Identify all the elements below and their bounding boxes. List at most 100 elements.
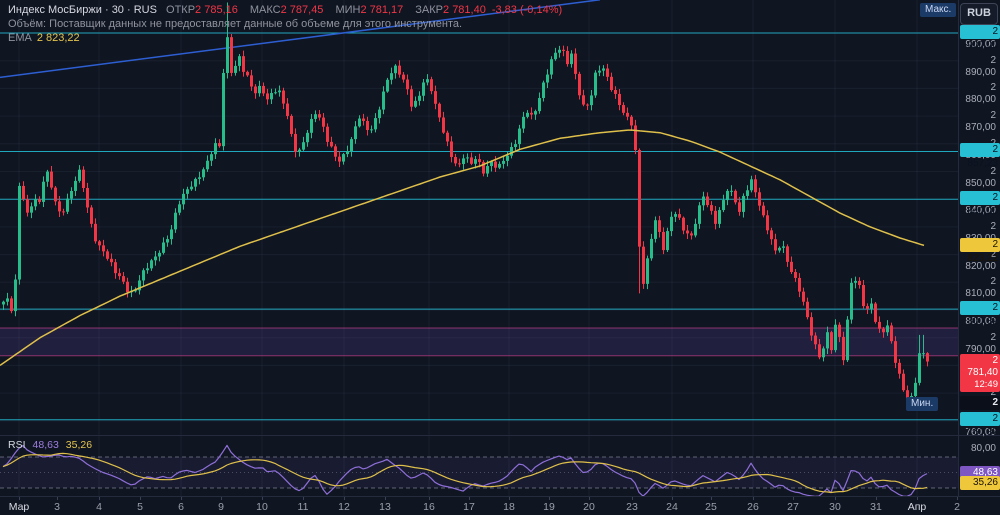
price-label-chip[interactable]: 2 823,22	[960, 237, 1000, 264]
candle-body	[558, 49, 561, 53]
candle-body	[838, 324, 841, 337]
price-label-chip[interactable]: 2 760,37	[960, 411, 1000, 438]
candle-body	[310, 118, 313, 133]
candle-body	[882, 328, 885, 333]
time-axis-label[interactable]: 10	[256, 501, 268, 513]
time-tick	[262, 497, 263, 500]
pane-separator[interactable]	[0, 435, 1000, 436]
rsi-pane[interactable]	[0, 436, 958, 497]
price-label-chip[interactable]: 2 857,23	[960, 143, 1000, 169]
price-pane[interactable]	[0, 0, 958, 436]
candle-body	[306, 132, 309, 143]
candle-body	[602, 68, 605, 71]
ema-value: 2 823,22	[36, 32, 80, 44]
time-axis-label[interactable]: Мар	[9, 501, 30, 513]
symbol-title[interactable]: Индекс МосБиржи	[8, 4, 102, 16]
candle-body	[518, 128, 521, 145]
candlestick-chart[interactable]	[0, 0, 958, 436]
price-tick-label: 2 790,00	[965, 331, 996, 355]
price-label-chip[interactable]: 35,26	[960, 475, 1000, 490]
candle-body	[738, 202, 741, 212]
time-axis-label[interactable]: 4	[96, 501, 102, 513]
time-axis-label[interactable]: 6	[178, 501, 184, 513]
pane-separator[interactable]	[0, 496, 1000, 497]
candle-body	[626, 112, 629, 117]
candle-body	[346, 151, 349, 155]
candle-body	[850, 282, 853, 320]
candle-body	[562, 49, 565, 51]
candle-body	[878, 321, 881, 329]
time-axis-label[interactable]: 9	[218, 501, 224, 513]
time-axis[interactable]: Мар 3 4 5 6 9 10 11 12 13 16 17 18 19 20 23 24 25 26 27 30 31…	[0, 497, 1000, 515]
price-label-chip[interactable]: 2 900,00	[960, 25, 1000, 51]
time-axis-label[interactable]: 3	[54, 501, 60, 513]
time-axis-label[interactable]: 12	[338, 501, 350, 513]
candle-body	[270, 92, 273, 100]
price-tick-label: 2 810,00	[965, 276, 996, 300]
price-axis[interactable]: RUB 2 900,002 890,002 880,002 870,002 86…	[959, 0, 1000, 497]
candle-body	[198, 177, 201, 179]
time-axis-label[interactable]: 31	[870, 501, 882, 513]
candle-body	[118, 273, 121, 277]
legend-row-ema[interactable]: EMA 2 823,22	[8, 31, 568, 45]
time-axis-label[interactable]: Апр	[908, 501, 927, 513]
time-tick	[429, 497, 430, 500]
candle-body	[438, 103, 441, 118]
candle-body	[186, 189, 189, 194]
time-axis-label[interactable]: 25	[705, 501, 717, 513]
candle-body	[394, 65, 397, 74]
price-label-chip[interactable]: 2 840,00	[960, 191, 1000, 217]
time-axis-label[interactable]: 26	[747, 501, 759, 513]
time-axis-label[interactable]: 24	[666, 501, 678, 513]
candle-body	[754, 179, 757, 193]
time-axis-label[interactable]: 2	[954, 501, 960, 513]
candle-body	[690, 233, 693, 236]
time-axis-label[interactable]: 13	[379, 501, 391, 513]
price-tick-label: 2 830,00	[965, 220, 996, 244]
candle-body	[862, 285, 865, 307]
currency-button[interactable]: RUB	[960, 3, 998, 25]
time-axis-label[interactable]: 16	[423, 501, 435, 513]
candle-body	[122, 276, 125, 282]
candle-body	[342, 154, 345, 162]
candle-body	[106, 251, 109, 259]
price-label-chip[interactable]: 2 800,32	[960, 301, 1000, 327]
candle-body	[234, 65, 237, 73]
candle-body	[786, 246, 789, 262]
candle-body	[166, 239, 169, 243]
price-label-chip[interactable]: 2 765,99	[960, 396, 1000, 422]
candle-body	[642, 246, 645, 284]
time-axis-label[interactable]: 30	[829, 501, 841, 513]
time-axis-label[interactable]: 5	[137, 501, 143, 513]
time-axis-label[interactable]: 27	[787, 501, 799, 513]
candle-body	[174, 212, 177, 230]
price-tick-label: 2 880,00	[965, 82, 996, 106]
candle-body	[354, 126, 357, 140]
candle-body	[678, 214, 681, 218]
time-axis-label[interactable]: 18	[503, 501, 515, 513]
candle-body	[726, 190, 729, 201]
candle-body	[210, 154, 213, 161]
candle-body	[278, 90, 281, 93]
candle-body	[598, 70, 601, 73]
rsi-chart[interactable]	[0, 436, 958, 497]
candle-body	[418, 95, 421, 101]
interval-label[interactable]: 30	[112, 4, 124, 16]
time-axis-label[interactable]: 23	[626, 501, 638, 513]
time-axis-label[interactable]: 17	[463, 501, 475, 513]
candle-body	[70, 190, 73, 199]
candle-body	[182, 193, 185, 205]
price-label-chip[interactable]: 2 781,40 12:49	[960, 353, 1000, 392]
candle-body	[98, 241, 101, 246]
time-axis-label[interactable]: 19	[543, 501, 555, 513]
candle-body	[498, 163, 501, 168]
candle-body	[282, 90, 285, 104]
time-axis-label[interactable]: 11	[298, 501, 309, 513]
candle-body	[30, 206, 33, 213]
candle-body	[570, 53, 573, 65]
candle-body	[922, 353, 925, 355]
time-axis-label[interactable]: 20	[583, 501, 595, 513]
symbol-legend[interactable]: Индекс МосБиржи · 30 · RUS ОТКР2 785,16 М…	[8, 3, 568, 45]
rsi-legend[interactable]: RSI 48,63 35,26	[8, 439, 92, 451]
time-tick	[19, 497, 20, 500]
